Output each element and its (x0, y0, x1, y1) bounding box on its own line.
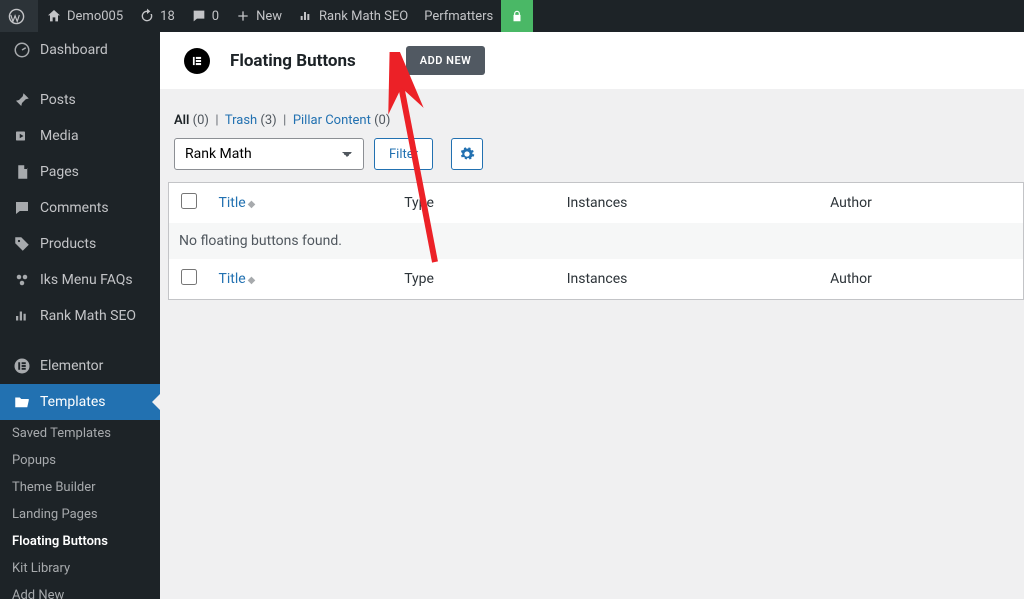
comment-icon (12, 198, 32, 218)
sort-icon: ◆ (248, 275, 256, 286)
faq-icon (12, 270, 32, 290)
pin-icon (12, 90, 32, 110)
sidebar-item-rankmath[interactable]: Rank Math SEO (0, 298, 160, 334)
sidebar-label: Products (40, 236, 96, 252)
filter-pillar[interactable]: Pillar Content (293, 113, 371, 128)
page-title: Floating Buttons (230, 51, 356, 71)
sidebar-label: Posts (40, 92, 76, 108)
site-name: Demo005 (67, 9, 123, 24)
new-link[interactable]: New (227, 0, 290, 32)
sidebar-item-comments[interactable]: Comments (0, 190, 160, 226)
select-all-checkbox-top[interactable] (181, 193, 197, 209)
sidebar-label: Media (40, 128, 79, 144)
comment-count: 0 (212, 9, 219, 24)
sidebar-item-products[interactable]: Products (0, 226, 160, 262)
admin-topbar: Demo005 18 0 New Rank Math SEO Perfmatte… (0, 0, 1024, 32)
folder-open-icon (12, 392, 32, 412)
sidebar-item-dashboard[interactable]: Dashboard (0, 32, 160, 68)
updates-link[interactable]: 18 (131, 0, 183, 32)
wp-logo[interactable] (0, 0, 38, 32)
rankmath-link[interactable]: Rank Math SEO (290, 0, 416, 32)
settings-button[interactable] (451, 138, 483, 170)
elementor-logo-icon (184, 48, 210, 74)
sidebar-item-media[interactable]: Media (0, 118, 160, 154)
submenu-landing-pages[interactable]: Landing Pages (0, 501, 160, 528)
col-instances[interactable]: Instances (557, 183, 820, 224)
admin-sidebar: Dashboard Posts Media Pages Comments Pro… (0, 32, 160, 599)
col-type-foot[interactable]: Type (394, 259, 557, 300)
plus-icon (235, 8, 251, 24)
refresh-icon (139, 8, 155, 24)
empty-state: No floating buttons found. (169, 223, 1024, 259)
sidebar-item-templates[interactable]: Templates (0, 384, 160, 420)
lock-icon (510, 9, 524, 23)
sidebar-label: Dashboard (40, 42, 108, 58)
submenu-saved-templates[interactable]: Saved Templates (0, 420, 160, 447)
col-author[interactable]: Author (820, 183, 1023, 224)
sidebar-label: Pages (40, 164, 79, 180)
sidebar-label: Templates (40, 394, 106, 410)
comments-link[interactable]: 0 (183, 0, 227, 32)
gear-icon (459, 146, 475, 162)
perfmatters-label: Perfmatters (424, 9, 493, 24)
items-table: Title◆ Type Instances Author No floating… (168, 182, 1024, 300)
elementor-icon (12, 356, 32, 376)
col-title[interactable]: Title◆ (209, 183, 395, 224)
filter-trash[interactable]: Trash (225, 113, 257, 128)
comment-icon (191, 8, 207, 24)
select-all-checkbox-bottom[interactable] (181, 269, 197, 285)
tag-icon (12, 234, 32, 254)
status-filter-links: All (0) | Trash (3) | Pillar Content (0) (168, 113, 1024, 138)
filter-all[interactable]: All (174, 113, 189, 128)
sidebar-label: Rank Math SEO (40, 308, 136, 324)
col-type[interactable]: Type (394, 183, 557, 224)
col-author-foot[interactable]: Author (820, 259, 1023, 300)
sidebar-label: Comments (40, 200, 109, 216)
dashboard-icon (12, 40, 32, 60)
page-header: Floating Buttons ADD NEW (160, 32, 1024, 89)
col-title-foot[interactable]: Title◆ (209, 259, 395, 300)
bar-chart-icon (298, 8, 314, 24)
submenu-theme-builder[interactable]: Theme Builder (0, 474, 160, 501)
submenu-floating-buttons[interactable]: Floating Buttons (0, 528, 160, 555)
sort-icon: ◆ (248, 199, 256, 210)
sidebar-item-pages[interactable]: Pages (0, 154, 160, 190)
col-instances-foot[interactable]: Instances (557, 259, 820, 300)
media-icon (12, 126, 32, 146)
content-area: Floating Buttons ADD NEW All (0) | Trash… (160, 32, 1024, 599)
site-name-link[interactable]: Demo005 (38, 0, 131, 32)
new-label: New (256, 9, 282, 24)
perfmatters-link[interactable]: Perfmatters (416, 0, 501, 32)
sidebar-item-elementor[interactable]: Elementor (0, 348, 160, 384)
submenu-kit-library[interactable]: Kit Library (0, 555, 160, 582)
sidebar-label: Iks Menu FAQs (40, 272, 133, 288)
rankmath-filter-select[interactable]: Rank Math (174, 138, 364, 170)
home-icon (46, 8, 62, 24)
bar-chart-icon (12, 306, 32, 326)
filter-button[interactable]: Filter (374, 138, 433, 170)
sidebar-label: Elementor (40, 358, 103, 374)
page-icon (12, 162, 32, 182)
lock-indicator[interactable] (501, 0, 533, 32)
updates-count: 18 (160, 9, 175, 24)
submenu-add-new[interactable]: Add New (0, 582, 160, 599)
submenu-popups[interactable]: Popups (0, 447, 160, 474)
sidebar-item-posts[interactable]: Posts (0, 82, 160, 118)
add-new-button[interactable]: ADD NEW (406, 46, 486, 75)
sidebar-item-iksmenu[interactable]: Iks Menu FAQs (0, 262, 160, 298)
rankmath-label: Rank Math SEO (319, 9, 408, 24)
